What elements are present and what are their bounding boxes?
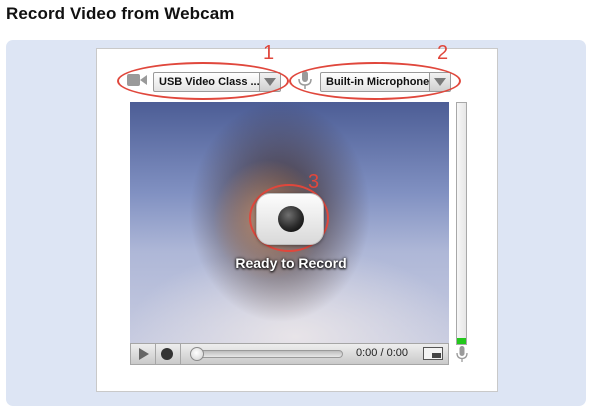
picture-in-picture-icon[interactable]	[423, 347, 443, 360]
player-controls: 0:00 / 0:00	[130, 343, 449, 365]
record-icon	[278, 206, 304, 232]
play-button[interactable]	[131, 344, 156, 364]
record-small-button[interactable]	[156, 344, 181, 364]
callout-number-2: 2	[437, 42, 449, 64]
play-icon	[139, 348, 149, 360]
audio-level-meter	[456, 102, 467, 345]
page-title: Record Video from Webcam	[6, 4, 235, 23]
callout-number-3: 3	[308, 171, 320, 193]
callout-ellipse-microphone	[289, 62, 461, 100]
status-text: Ready to Record	[235, 255, 347, 271]
microphone-icon	[456, 346, 468, 362]
record-button[interactable]	[256, 193, 324, 245]
callout-number-1: 1	[263, 42, 275, 64]
callout-ellipse-camera	[117, 62, 289, 100]
record-small-icon	[161, 348, 173, 360]
seek-handle[interactable]	[190, 347, 204, 361]
time-display: 0:00 / 0:00	[356, 347, 408, 359]
seek-bar[interactable]	[190, 347, 343, 361]
audio-level-fill	[457, 337, 466, 344]
